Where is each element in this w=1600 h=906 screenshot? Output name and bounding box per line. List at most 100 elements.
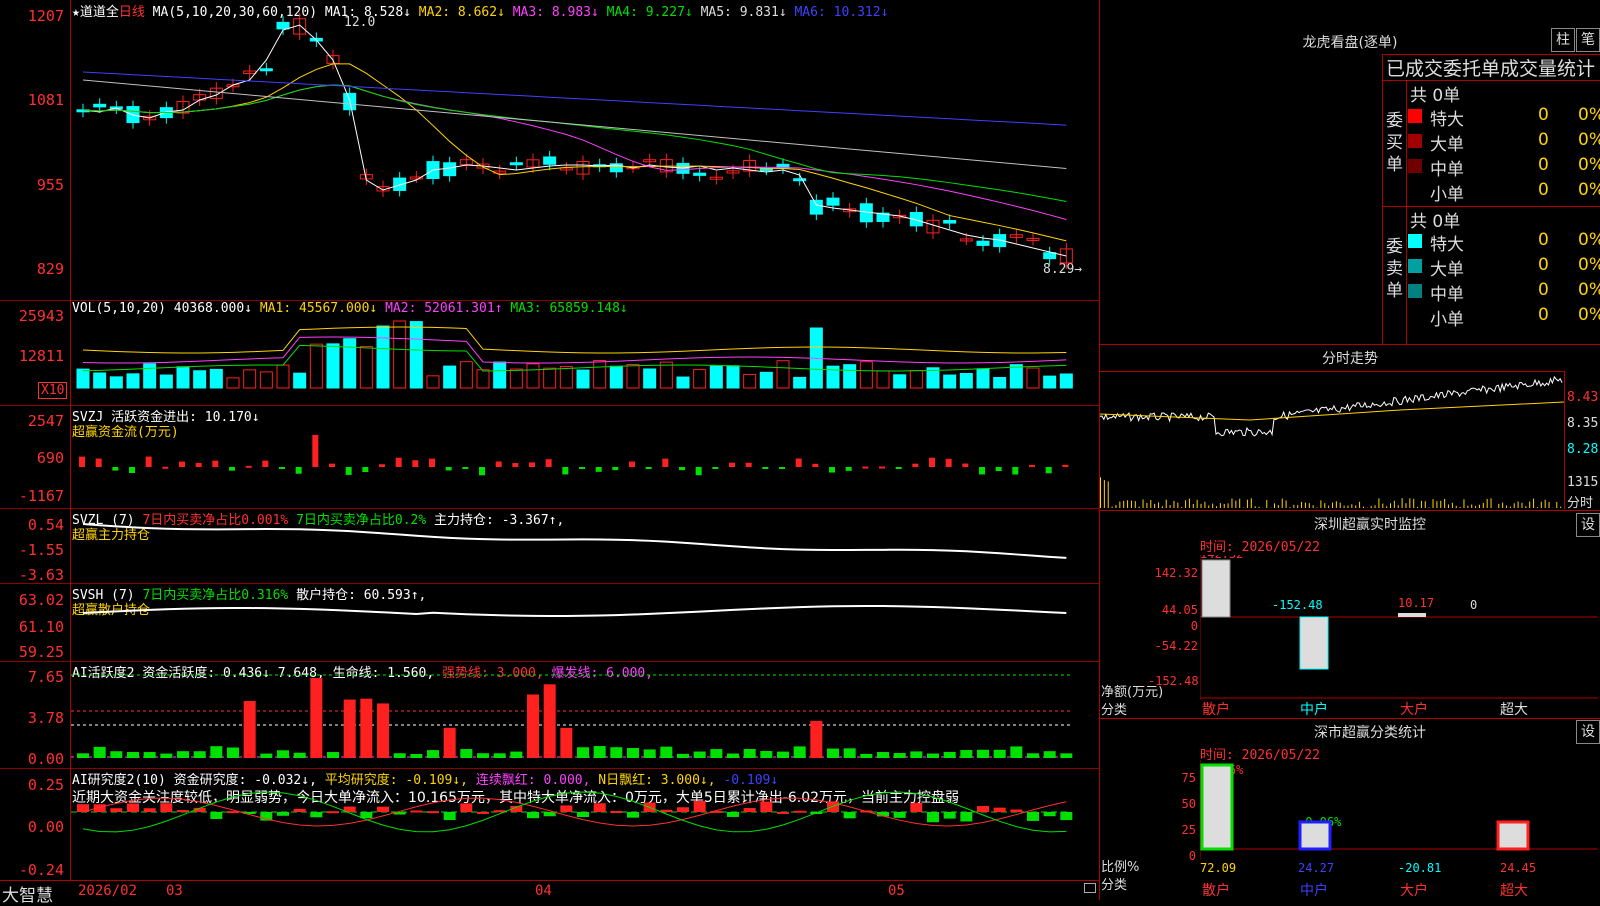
tick-view-button[interactable]: 笔 (1576, 28, 1600, 52)
volume-bar (577, 370, 589, 388)
flow-bar (929, 458, 935, 467)
ts-volume-bar (1143, 499, 1144, 508)
candlestick-chart[interactable] (71, 0, 1099, 300)
volume-panel[interactable]: VOL(5,10,20) 40368.000↓ MA1: 45567.000↓ … (0, 300, 1100, 406)
avg-price-line (1100, 402, 1564, 420)
sz-cat-san: 散户 (1202, 699, 1230, 719)
chao-bar (1498, 822, 1528, 849)
activity-bar (360, 699, 372, 758)
activity-bar (610, 747, 622, 758)
flow-bar (412, 460, 418, 467)
research-bar (577, 812, 589, 817)
research-bar (660, 810, 672, 812)
sz-bar-chart[interactable]: 142.32-152.4810.170 (1200, 555, 1598, 715)
vol-unit-badge[interactable]: X10 (38, 382, 67, 399)
research-bar (477, 812, 489, 814)
ai-research-panel[interactable]: AI研究度2(10) 资金研究度: -0.032↓, 平均研究度: -0.109… (0, 768, 1100, 880)
sell-row-xl[interactable]: 特大00% (1408, 230, 1598, 254)
buy-row-xl[interactable]: 特大00% (1408, 105, 1598, 129)
ts-volume-bar (1409, 498, 1410, 508)
svzl-panel[interactable]: SVZL (7) 7日内买卖净占比0.001% 7日内买卖净占比0.2% 主力持… (0, 508, 1100, 584)
svzj-panel[interactable]: SVZJ 活跃资金进出: 10.170↓ 超赢资金流(万元) 2547 690 … (0, 405, 1100, 509)
volume-chart[interactable] (71, 300, 1099, 405)
activity-bar (477, 753, 489, 758)
ts-volume-bar (1231, 499, 1232, 508)
ts-volume-bar (1170, 505, 1171, 508)
ts-volume-bar (1363, 507, 1364, 508)
volume-bar (444, 366, 456, 388)
ai-activity-chart[interactable] (71, 661, 1099, 768)
research-bar (460, 803, 472, 812)
ss-bar-chart[interactable] (1200, 760, 1598, 860)
activity-bar (894, 753, 906, 758)
flow-bar (512, 463, 518, 467)
ss-axis-4: 0 (1160, 849, 1196, 863)
sz-cat-da: 大户 (1400, 699, 1428, 719)
ss-val-san: 72.09 (1200, 861, 1236, 875)
flow-bar (262, 461, 268, 467)
activity-bar (510, 752, 522, 758)
ts-volume-bar (1529, 502, 1530, 508)
ts-volume-bar (1251, 498, 1252, 508)
date-axis-bar[interactable]: 大智慧 2026/02 03 04 05 (0, 880, 1100, 901)
flow-bar (246, 466, 252, 468)
color-swatch (1408, 259, 1422, 273)
volume-bar (260, 372, 272, 388)
da-bar (1398, 613, 1426, 617)
buy-total: 共 0单 (1410, 81, 1460, 106)
ts-volume-bar (1259, 507, 1260, 508)
activity-bar (310, 678, 322, 758)
ts-volume-bar (1498, 504, 1499, 508)
ts-volume-bar (1371, 506, 1372, 508)
ai-activity-panel[interactable]: AI活跃度2 资金活跃度: 0.436↓ 7.648, 生命线: 1.560, … (0, 661, 1100, 769)
svsh-axis-2: 61.10 (0, 618, 64, 636)
candle-body (510, 163, 522, 165)
ss-settings-button[interactable]: 设 (1576, 720, 1600, 744)
flow-bar (979, 467, 985, 474)
flow-bar (946, 459, 952, 467)
sz-settings-button[interactable]: 设 (1576, 513, 1600, 537)
sell-row-large[interactable]: 大单00% (1408, 255, 1598, 279)
svzl-line-chart[interactable] (71, 508, 1099, 583)
flow-bar (296, 467, 302, 474)
svzj-bar-chart[interactable] (71, 405, 1099, 508)
svsh-line-chart[interactable] (71, 583, 1099, 661)
row-value: 0 (1538, 105, 1549, 125)
svsh-panel[interactable]: SVSH (7) 7日内买卖净占比0.316% 散户持仓: 60.593↑, 超… (0, 583, 1100, 662)
volume-bar (594, 360, 606, 388)
research-bar (777, 812, 789, 814)
bar-view-button[interactable]: 柱 (1551, 28, 1575, 52)
research-bar (277, 812, 289, 816)
activity-bar (760, 751, 772, 758)
ts-volume-bar (1146, 503, 1147, 508)
candle-body (277, 22, 289, 28)
activity-bar (427, 750, 439, 758)
sell-row-small[interactable]: 小单00% (1408, 305, 1598, 329)
research-bar (127, 803, 139, 812)
svzl-axis-3: -3.63 (0, 566, 64, 584)
ts-volume-bar (1150, 500, 1151, 508)
ts-volume-bar (1378, 498, 1379, 508)
ts-volume-bar (1286, 500, 1287, 508)
svzj-axis-3: -1167 (0, 487, 64, 505)
activity-bar (844, 748, 856, 758)
ai-research-chart[interactable] (71, 768, 1099, 880)
ts-volume-bar (1518, 501, 1519, 508)
volume-bar (94, 373, 106, 388)
timeshare-chart[interactable] (1100, 372, 1564, 509)
volume-bar (160, 375, 172, 388)
buy-row-small[interactable]: 小单00% (1408, 180, 1598, 204)
research-bar (444, 812, 456, 820)
activity-bar (494, 753, 506, 758)
price-axis-2: 1081 (0, 91, 64, 109)
flow-bar (746, 463, 752, 467)
buy-row-medium[interactable]: 中单00% (1408, 155, 1598, 179)
color-swatch (1408, 109, 1422, 123)
flow-bar (396, 458, 402, 467)
lock-icon[interactable] (1084, 883, 1096, 893)
buy-row-large[interactable]: 大单00% (1408, 130, 1598, 154)
price-panel[interactable]: ★道道全日线 MA(5,10,20,30,60,120) MA1: 8.528↓… (0, 0, 1100, 301)
sell-row-medium[interactable]: 中单00% (1408, 280, 1598, 304)
flow-bar (862, 467, 868, 469)
volume-bar (694, 370, 706, 388)
